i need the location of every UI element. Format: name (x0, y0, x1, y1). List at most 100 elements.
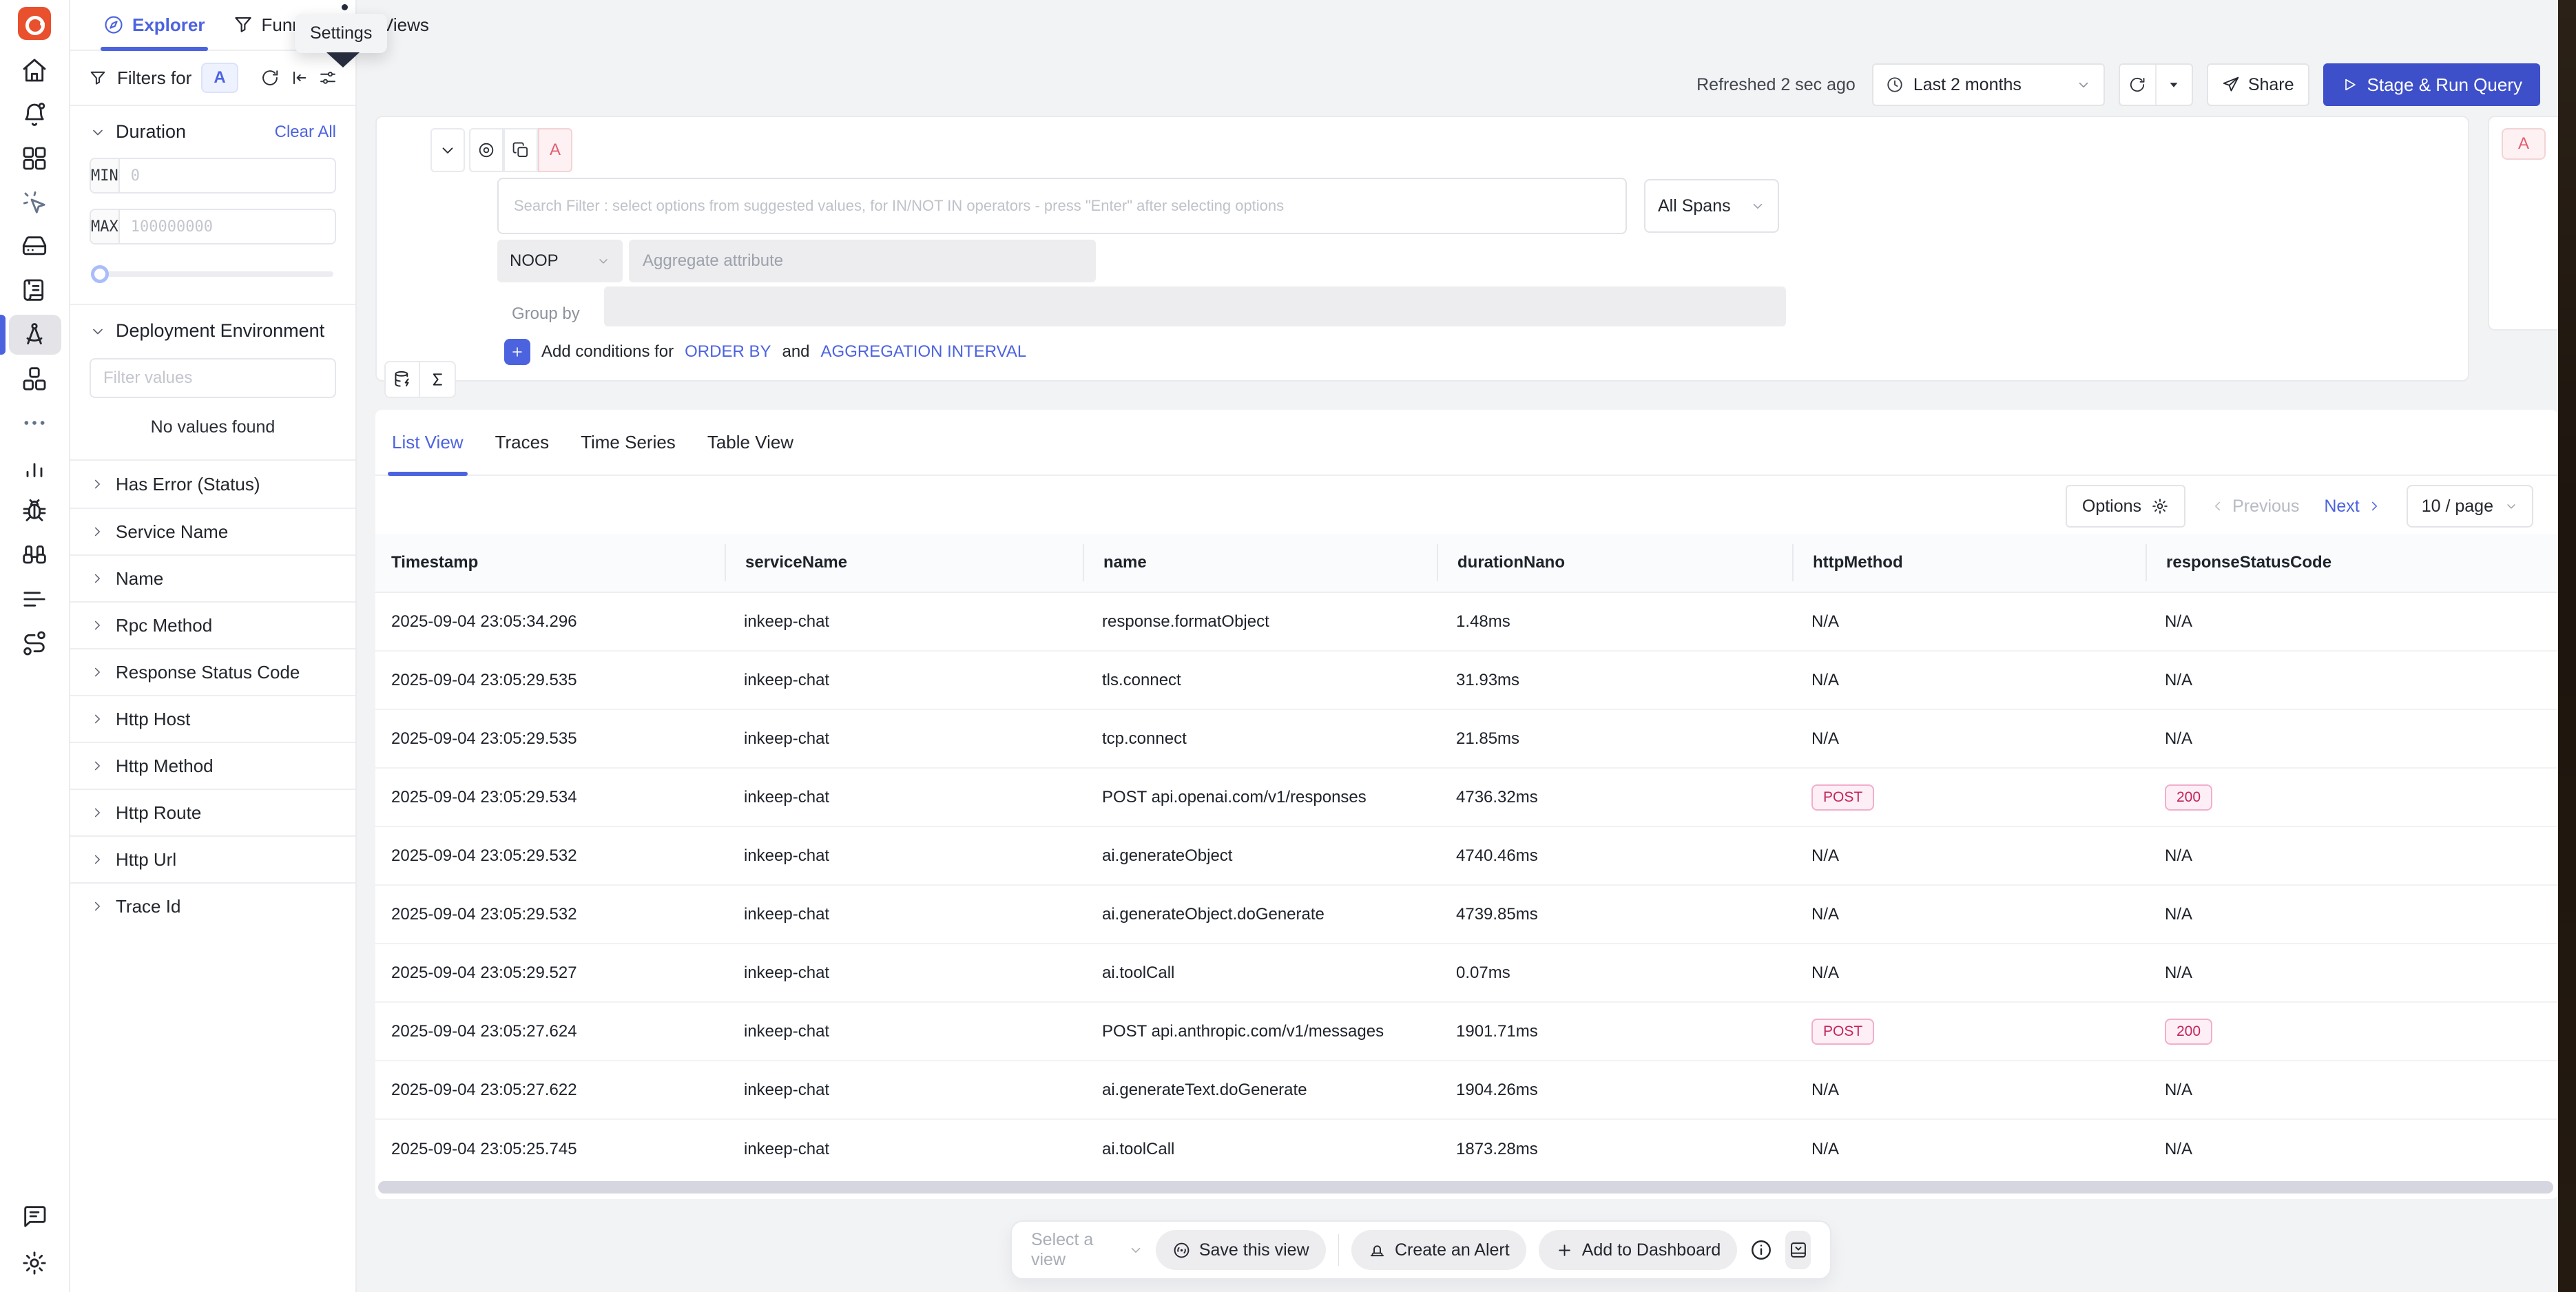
table-row[interactable]: 2025-09-04 23:05:34.296inkeep-chatrespon… (375, 593, 2558, 652)
view-tab-table-view[interactable]: Table View (707, 410, 793, 475)
table-row[interactable]: 2025-09-04 23:05:27.622inkeep-chatai.gen… (375, 1061, 2558, 1120)
cell-name: response.formatObject (1083, 612, 1437, 632)
sidebar-item-get-started[interactable] (0, 180, 69, 225)
cell-timestamp: 2025-09-04 23:05:29.532 (375, 905, 725, 924)
tab-explorer[interactable]: Explorer (103, 0, 205, 50)
view-tab-list-view[interactable]: List View (392, 410, 464, 475)
sidebar-item-service-map[interactable] (0, 533, 69, 577)
time-range-dropdown[interactable]: Last 2 months (1872, 63, 2105, 106)
sidebar-item-more[interactable] (0, 401, 69, 445)
table-row[interactable]: 2025-09-04 23:05:29.535inkeep-chattcp.co… (375, 710, 2558, 769)
cell-name: tcp.connect (1083, 729, 1437, 749)
page-size-dropdown[interactable]: 10 / page (2407, 485, 2533, 528)
sidebar-item-messaging-queues[interactable] (0, 357, 69, 401)
sidebar-item-infrastructure[interactable] (0, 225, 69, 269)
info-icon[interactable] (1749, 1238, 1773, 1262)
sidebar-item-support[interactable] (0, 1196, 69, 1237)
filter-section-http-route[interactable]: Http Route (70, 789, 355, 835)
view-tab-time-series[interactable]: Time Series (581, 410, 676, 475)
sync-icon[interactable] (260, 68, 280, 87)
aggregation-interval-link[interactable]: AGGREGATION INTERVAL (821, 342, 1027, 362)
save-view-button[interactable]: Save this view (1156, 1230, 1326, 1270)
collapse-left-icon[interactable] (289, 68, 309, 87)
filter-section-http-host[interactable]: Http Host (70, 695, 355, 742)
deployment-title[interactable]: Deployment Environment (116, 320, 336, 342)
filters-header: Filters for A (70, 51, 355, 106)
filter-section-name[interactable]: Name (70, 554, 355, 601)
view-tab-traces[interactable]: Traces (495, 410, 550, 475)
sidebar-item-alerts[interactable] (0, 92, 69, 136)
filter-section-response-status-code[interactable]: Response Status Code (70, 648, 355, 695)
table-row[interactable]: 2025-09-04 23:05:29.527inkeep-chatai.too… (375, 944, 2558, 1003)
filter-section-rpc-method[interactable]: Rpc Method (70, 601, 355, 648)
chevron-down-icon[interactable] (90, 323, 106, 340)
sidebar-item-logs[interactable] (0, 269, 69, 313)
signoz-logo-icon[interactable] (18, 7, 51, 40)
add-condition-button[interactable] (504, 339, 530, 365)
create-alert-button[interactable]: Create an Alert (1351, 1230, 1526, 1270)
compass-icon (103, 14, 124, 35)
filter-section-has-error-status-[interactable]: Has Error (Status) (70, 461, 355, 508)
aggregate-operator-select[interactable]: NOOP (497, 240, 623, 282)
clone-query-button[interactable] (503, 128, 538, 172)
previous-page-button[interactable]: Previous (2210, 497, 2299, 517)
add-to-dashboard-button[interactable]: Add to Dashboard (1539, 1230, 1738, 1270)
sidebar-item-traces[interactable] (0, 313, 69, 357)
query-badge[interactable]: A (201, 63, 238, 93)
table-row[interactable]: 2025-09-04 23:05:29.534inkeep-chatPOST a… (375, 769, 2558, 827)
cell-httpmethod: N/A (1792, 1140, 2146, 1159)
slider-track[interactable] (92, 271, 333, 277)
formula-mode-button[interactable] (420, 361, 456, 398)
filter-section-http-method[interactable]: Http Method (70, 742, 355, 789)
horizontal-scrollbar[interactable] (378, 1181, 2553, 1194)
collapse-query-button[interactable] (430, 128, 465, 172)
clear-all-link[interactable]: Clear All (275, 123, 336, 142)
status-code-badge: 200 (2165, 1019, 2212, 1045)
order-by-link[interactable]: ORDER BY (685, 342, 771, 362)
chevron-down-icon (1750, 198, 1765, 213)
cell-httpmethod: N/A (1792, 671, 2146, 690)
dock-panel-button[interactable] (1785, 1231, 1811, 1269)
stage-run-query-button[interactable]: Stage & Run Query (2323, 63, 2540, 106)
refresh-options-button[interactable] (2155, 65, 2192, 105)
duration-title[interactable]: Duration (116, 121, 265, 143)
select-view-dropdown[interactable]: Select a view (1031, 1230, 1143, 1270)
filter-section-http-url[interactable]: Http Url (70, 835, 355, 882)
deployment-filter-input[interactable] (90, 358, 336, 398)
sliders-icon[interactable] (318, 68, 337, 87)
toggle-query-visibility-button[interactable] (469, 128, 503, 172)
slider-thumb[interactable] (91, 265, 109, 283)
table-row[interactable]: 2025-09-04 23:05:29.532inkeep-chatai.gen… (375, 886, 2558, 944)
sidebar-item-integrations[interactable] (0, 621, 69, 665)
query-a-toggle[interactable]: A (2502, 128, 2546, 160)
aggregate-attribute-field (629, 240, 1096, 282)
table-row[interactable]: 2025-09-04 23:05:25.745inkeep-chatai.too… (375, 1120, 2558, 1178)
sidebar-item-metrics[interactable] (0, 445, 69, 489)
sidebar-item-home[interactable] (0, 48, 69, 92)
refresh-split-button (2119, 63, 2193, 106)
next-page-button[interactable]: Next (2324, 497, 2381, 517)
query-builder-mode-button[interactable] (384, 361, 420, 398)
sidebar-item-settings[interactable] (0, 1242, 69, 1284)
share-button[interactable]: Share (2207, 63, 2309, 106)
table-row[interactable]: 2025-09-04 23:05:29.532inkeep-chatai.gen… (375, 827, 2558, 886)
span-scope-dropdown[interactable]: All Spans (1644, 179, 1779, 233)
aggregate-attribute-input[interactable] (629, 240, 1096, 282)
filter-section-trace-id[interactable]: Trace Id (70, 882, 355, 929)
table-row[interactable]: 2025-09-04 23:05:27.624inkeep-chatPOST a… (375, 1003, 2558, 1061)
options-label: Options (2082, 497, 2141, 517)
table-row[interactable]: 2025-09-04 23:05:29.535inkeep-chattls.co… (375, 652, 2558, 710)
options-button[interactable]: Options (2066, 485, 2185, 528)
search-filter-input[interactable] (497, 178, 1627, 234)
query-name-chip[interactable]: A (538, 128, 572, 172)
duration-min-input[interactable] (120, 159, 335, 192)
duration-max-input[interactable] (120, 210, 335, 243)
sidebar-item-billing[interactable] (0, 577, 69, 621)
sidebar-item-exceptions[interactable] (0, 489, 69, 533)
chevron-down-icon[interactable] (90, 124, 106, 140)
cell-durationnano: 31.93ms (1437, 671, 1792, 690)
filter-section-service-name[interactable]: Service Name (70, 508, 355, 554)
group-by-field[interactable] (604, 286, 1786, 326)
sidebar-item-dashboards[interactable] (0, 136, 69, 180)
refresh-button[interactable] (2120, 65, 2155, 105)
